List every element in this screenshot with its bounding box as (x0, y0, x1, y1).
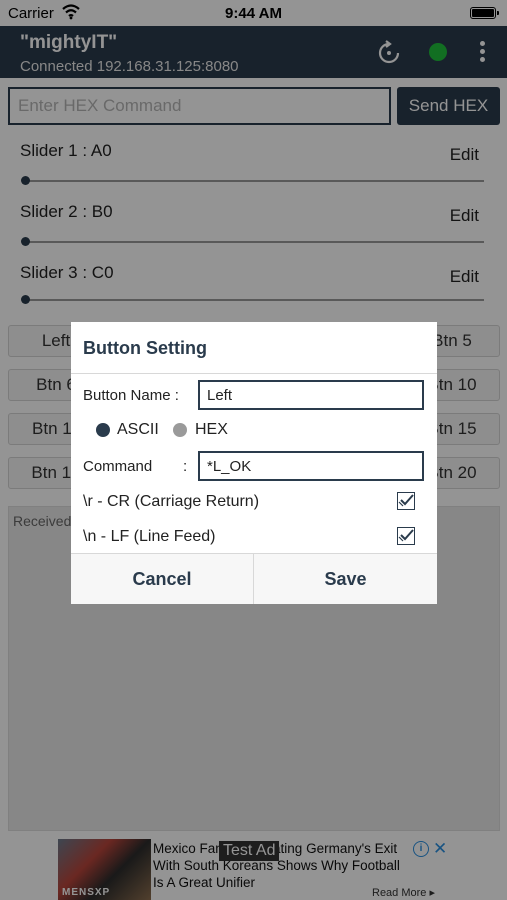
lf-checkbox[interactable] (397, 527, 415, 545)
radio-hex-label[interactable]: HEX (195, 421, 228, 439)
button-setting-dialog: Button Setting Button Name : ASCII HEX C… (71, 322, 437, 604)
cr-checkbox[interactable] (397, 492, 415, 510)
command-label: Command (83, 458, 153, 475)
command-field[interactable] (198, 451, 424, 481)
divider (71, 373, 437, 374)
cancel-button[interactable]: Cancel (71, 554, 254, 604)
lf-label: \n - LF (Line Feed) (83, 528, 216, 545)
save-button[interactable]: Save (254, 554, 437, 604)
dialog-actions: Cancel Save (71, 553, 437, 604)
check-icon (398, 529, 414, 542)
button-name-field[interactable] (198, 380, 424, 410)
radio-ascii-label[interactable]: ASCII (117, 421, 159, 439)
command-colon: : (183, 458, 188, 475)
dialog-title: Button Setting (83, 338, 207, 358)
cr-label: \r - CR (Carriage Return) (83, 493, 260, 510)
check-icon (398, 494, 414, 507)
button-name-label: Button Name : (83, 387, 179, 404)
radio-hex[interactable] (173, 423, 187, 437)
radio-ascii[interactable] (96, 423, 110, 437)
